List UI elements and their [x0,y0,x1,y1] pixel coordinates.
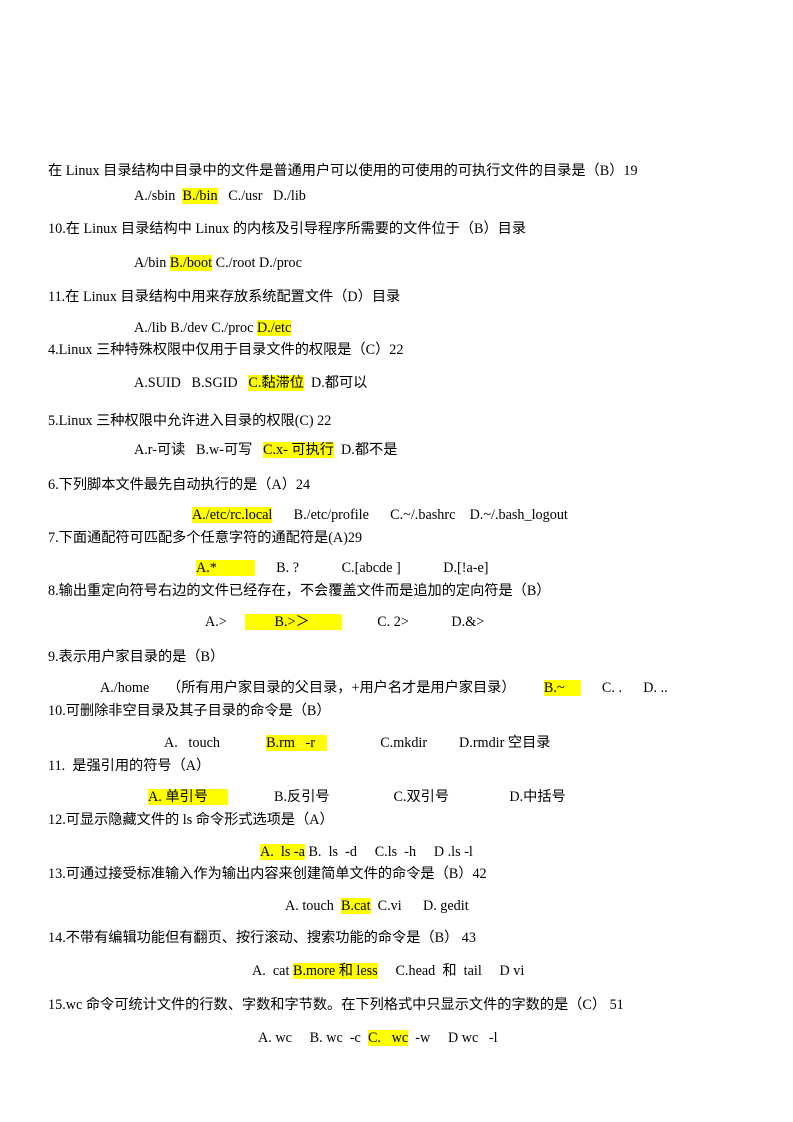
question-options: A.SUID B.SGID C.黏滞位 D.都可以 [134,375,367,391]
option-b[interactable]: B. ? [276,560,299,576]
option-d[interactable]: D./etc [256,320,292,336]
question-stem: 5.Linux 三种权限中允许进入目录的权限(C) 22 [48,413,332,429]
option-c[interactable]: C.黏滞位 [248,375,304,391]
option-b[interactable]: B.rm -r [266,735,327,751]
option-d[interactable]: D .ls -l [434,844,473,860]
question-stem: 8.输出重定向符号右边的文件已经存在，不会覆盖文件而是追加的定向符是（B） [48,583,551,599]
question-stem: 13.可通过接受标准输入作为输出内容来创建简单文件的命令是（B）42 [48,866,487,882]
option-a[interactable]: A./sbin [134,188,175,204]
option-b[interactable]: B.>＞ [244,614,342,630]
option-c[interactable]: C.ls -h [375,844,416,860]
option-b[interactable]: B.SGID [192,375,238,391]
question-stem: 11. 是强引用的符号（A） [48,758,211,774]
question-options: A. wc B. wc -c C. wc -w D wc -l [258,1030,498,1046]
option-c[interactable]: C. 2> [377,614,409,630]
option-d[interactable]: D.~/.bash_logout [470,507,568,523]
option-b[interactable]: B./bin [182,188,218,204]
question-options: A. ls -a B. ls -d C.ls -h D .ls -l [260,844,473,860]
option-a[interactable]: A. 单引号 [148,789,228,805]
option-b[interactable]: B./boot [169,255,213,271]
option-a[interactable]: A. touch [285,898,334,914]
option-a[interactable]: A/bin [134,255,166,271]
option-d[interactable]: D.中括号 [509,789,565,805]
question-options: A.> B.>＞ C. 2> D.&> [205,614,484,630]
option-d[interactable]: D vi [500,963,525,979]
option-a[interactable]: A.* [196,560,255,576]
option-c[interactable]: C.双引号 [393,789,449,805]
option-b[interactable]: B. wc -c [310,1030,361,1046]
question-stem: 10.在 Linux 目录结构中 Linux 的内核及引导程序所需要的文件位于（… [48,221,527,237]
option-c[interactable]: C.x- 可执行 [262,442,334,458]
option-b[interactable]: B.more 和 less [292,963,378,979]
question-stem: 14.不带有编辑功能但有翻页、按行滚动、搜索功能的命令是（B） 43 [48,930,476,946]
option-c[interactable]: C./proc [211,320,253,336]
question-stem: 11.在 Linux 目录结构中用来存放系统配置文件（D）目录 [48,289,401,305]
option-b[interactable]: B.反引号 [274,789,330,805]
option-b[interactable]: B./dev [170,320,207,336]
option-b[interactable]: B.w-可写 [196,442,252,458]
option-c[interactable]: C. wc [367,1030,409,1046]
question-options: A.* B. ? C.[abcde ] D.[!a-e] [196,560,489,576]
option-d[interactable]: D. gedit [423,898,469,914]
question-options: A.r-可读 B.w-可写 C.x- 可执行 D.都不是 [134,442,397,458]
question-options: A. 单引号 B.反引号 C.双引号 D.中括号 [148,789,566,805]
option-a[interactable]: A./lib [134,320,167,336]
option-a[interactable]: A. touch [164,735,220,751]
question-stem: 9.表示用户家目录的是（B） [48,649,225,665]
option-c[interactable]: C.~/.bashrc [390,507,455,523]
option-c-flag: -w [415,1030,431,1046]
question-stem: 在 Linux 目录结构中目录中的文件是普通用户可以使用的可使用的可执行文件的目… [48,163,638,179]
question-options: A./lib B./dev C./proc D./etc [134,320,292,336]
question-options: A. touch B.rm -r C.mkdir D.rmdir 空目录 [164,735,550,751]
option-d[interactable]: D./proc [259,255,302,271]
option-c[interactable]: C.[abcde ] [342,560,401,576]
question-options: A/bin B./boot C./root D./proc [134,255,302,271]
question-options: A./etc/rc.local B./etc/profile C.~/.bash… [192,507,568,523]
question-stem: 7.下面通配符可匹配多个任意字符的通配符是(A)29 [48,530,363,546]
option-b[interactable]: B. ls -d [308,844,356,860]
option-a[interactable]: A. ls -a [260,844,305,860]
option-b[interactable]: B.cat [340,898,371,914]
question-options: A. touch B.cat C.vi D. gedit [285,898,469,914]
option-c[interactable]: C.head 和 tail [395,963,481,979]
option-c[interactable]: C.mkdir [380,735,427,751]
option-a[interactable]: A. wc [258,1030,292,1046]
option-a[interactable]: A.r-可读 [134,442,185,458]
option-c[interactable]: C./root [216,255,256,271]
option-d[interactable]: D.都可以 [311,375,367,391]
option-d[interactable]: D. .. [643,680,667,696]
option-d[interactable]: D./lib [273,188,306,204]
option-d[interactable]: D.都不是 [341,442,397,458]
question-stem: 15.wc 命令可统计文件的行数、字数和字节数。在下列格式中只显示文件的字数的是… [48,997,624,1013]
option-a[interactable]: A./etc/rc.local [192,507,273,523]
question-stem: 4.Linux 三种特殊权限中仅用于目录文件的权限是（C）22 [48,342,404,358]
option-a[interactable]: A.SUID [134,375,181,391]
option-a[interactable]: A./home [100,680,149,696]
question-options: A. cat B.more 和 less C.head 和 tail D vi [252,963,525,979]
option-b[interactable]: B.~ [543,680,581,696]
option-c[interactable]: C. . [602,680,622,696]
option-d[interactable]: D.[!a-e] [443,560,488,576]
option-a-note: （所有用户家目录的父目录，+用户名才是用户家目录） [167,680,509,696]
option-c[interactable]: C./usr [228,188,262,204]
option-d[interactable]: D.rmdir 空目录 [459,735,550,751]
question-options: A./home （所有用户家目录的父目录，+用户名才是用户家目录） B.~ C.… [100,680,668,696]
question-options: A./sbin B./bin C./usr D./lib [134,188,306,204]
option-d[interactable]: D.&> [451,614,484,630]
question-stem: 12.可显示隐藏文件的 ls 命令形式选项是（A） [48,812,334,828]
question-stem: 10.可删除非空目录及其子目录的命令是（B） [48,703,331,719]
option-a[interactable]: A. cat [252,963,289,979]
option-a[interactable]: A.> [205,614,227,630]
option-d[interactable]: D wc -l [448,1030,498,1046]
document-page: 在 Linux 目录结构中目录中的文件是普通用户可以使用的可使用的可执行文件的目… [0,0,793,1122]
option-b[interactable]: B./etc/profile [294,507,369,523]
option-c[interactable]: C.vi [378,898,402,914]
question-stem: 6.下列脚本文件最先自动执行的是（A）24 [48,477,311,493]
